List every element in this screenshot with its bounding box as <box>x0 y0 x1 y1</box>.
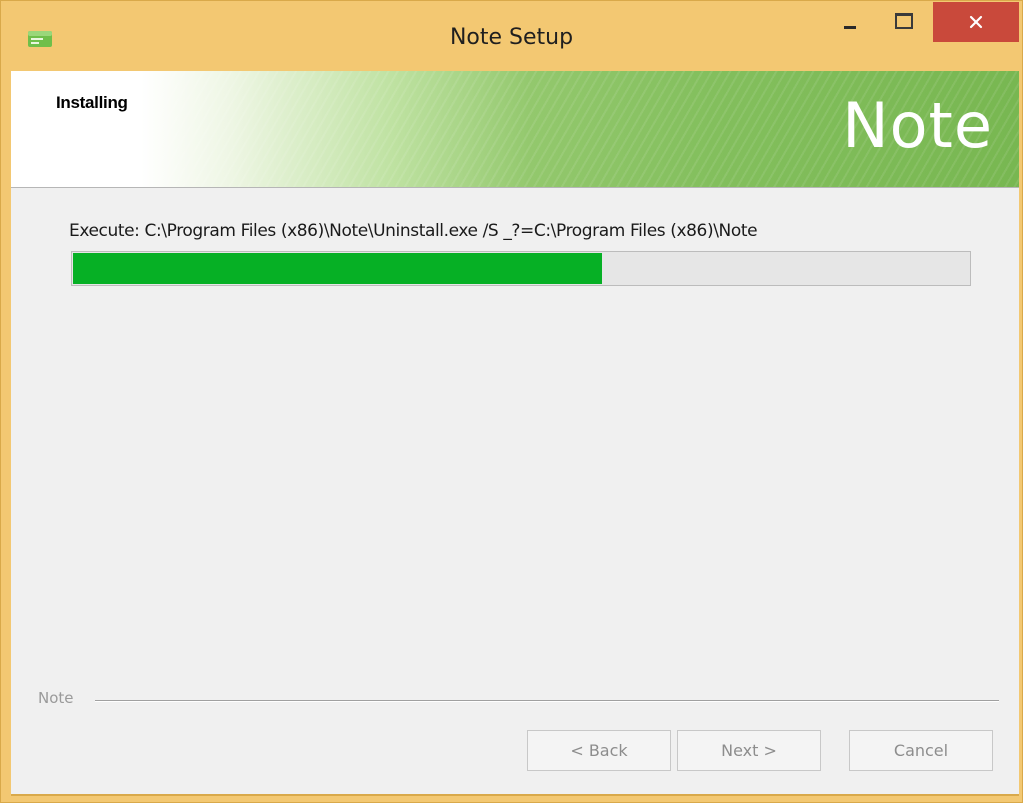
close-icon <box>969 15 983 29</box>
cancel-button[interactable]: Cancel <box>849 730 993 771</box>
next-button[interactable]: Next > <box>677 730 821 771</box>
maximize-button[interactable] <box>881 2 927 42</box>
back-button[interactable]: < Back <box>527 730 671 771</box>
brand-logo-text: Note <box>842 89 993 162</box>
title-bar[interactable]: Note Setup <box>1 1 1022 71</box>
progress-fill <box>73 253 602 284</box>
installer-client-area: Installing Note Execute: C:\Program File… <box>11 71 1019 796</box>
installer-window: Note Setup Installing Note Execute: C:\P… <box>0 0 1023 803</box>
branding-label: Note <box>38 689 74 707</box>
close-button[interactable] <box>933 2 1019 42</box>
minimize-button[interactable] <box>827 2 873 42</box>
install-status-text: Execute: C:\Program Files (x86)\Note\Uni… <box>69 221 758 241</box>
page-heading: Installing <box>56 93 128 112</box>
install-progress-bar <box>71 251 971 286</box>
branding-divider <box>95 700 999 701</box>
maximize-icon <box>895 13 913 29</box>
page-header: Installing Note <box>11 71 1019 188</box>
minimize-icon <box>844 25 856 29</box>
